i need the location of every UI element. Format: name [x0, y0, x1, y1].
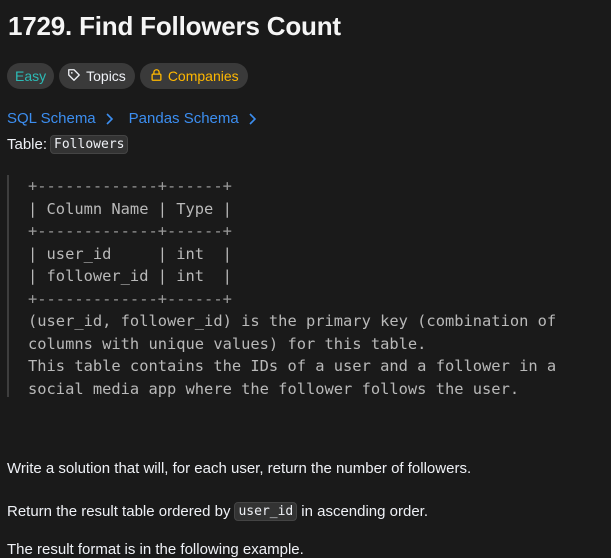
schema-note-line: columns with unique values) for this tab… — [28, 334, 427, 353]
user-id-code: user_id — [234, 502, 298, 521]
difficulty-label: Easy — [15, 68, 47, 84]
schema-note-line: social media app where the follower foll… — [28, 379, 520, 398]
difficulty-badge[interactable]: Easy — [7, 63, 55, 89]
description-paragraph: Write a solution that will, for each use… — [7, 460, 472, 477]
schema-border-line: +-------------+------+ — [28, 289, 232, 308]
schema-note-line: (user_id, follower_id) is the primary ke… — [28, 312, 557, 330]
ordering-paragraph: Return the result table ordered by user_… — [7, 502, 428, 521]
format-paragraph: The result format is in the following ex… — [7, 541, 304, 558]
ordering-text-after: in ascending order. — [301, 503, 429, 520]
companies-label: Companies — [167, 68, 239, 84]
schema-code-block: +-------------+------+ | Column Name | T… — [7, 175, 597, 398]
chevron-right-icon — [105, 112, 114, 125]
tag-icon — [67, 68, 86, 85]
sql-schema-link[interactable]: SQL Schema — [7, 110, 96, 127]
chevron-right-icon — [248, 112, 257, 125]
schema-note-line: This table contains the IDs of a user an… — [28, 357, 557, 375]
table-name-line: Table: Followers — [7, 135, 129, 154]
table-name-code: Followers — [50, 135, 129, 154]
schema-row-line: | user_id | int | — [28, 244, 232, 263]
schema-border-line: +-------------+------+ — [28, 222, 232, 240]
schema-border-line: +-------------+------+ — [28, 177, 232, 195]
companies-button[interactable]: Companies — [139, 63, 248, 89]
schema-header-line: | Column Name | Type | — [28, 199, 232, 218]
table-label: Table: — [7, 136, 48, 153]
schema-row-line: | follower_id | int | — [28, 267, 232, 285]
problem-title: 1729. Find Followers Count — [8, 11, 341, 41]
ordering-text-before: Return the result table ordered by — [7, 503, 231, 520]
tag-row: Easy Topics Companies — [7, 63, 248, 89]
pandas-schema-link[interactable]: Pandas Schema — [129, 110, 239, 127]
lock-icon — [150, 68, 168, 85]
schema-links: SQL Schema Pandas Schema — [7, 110, 272, 127]
topics-label: Topics — [86, 68, 126, 84]
topics-button[interactable]: Topics — [59, 63, 135, 89]
